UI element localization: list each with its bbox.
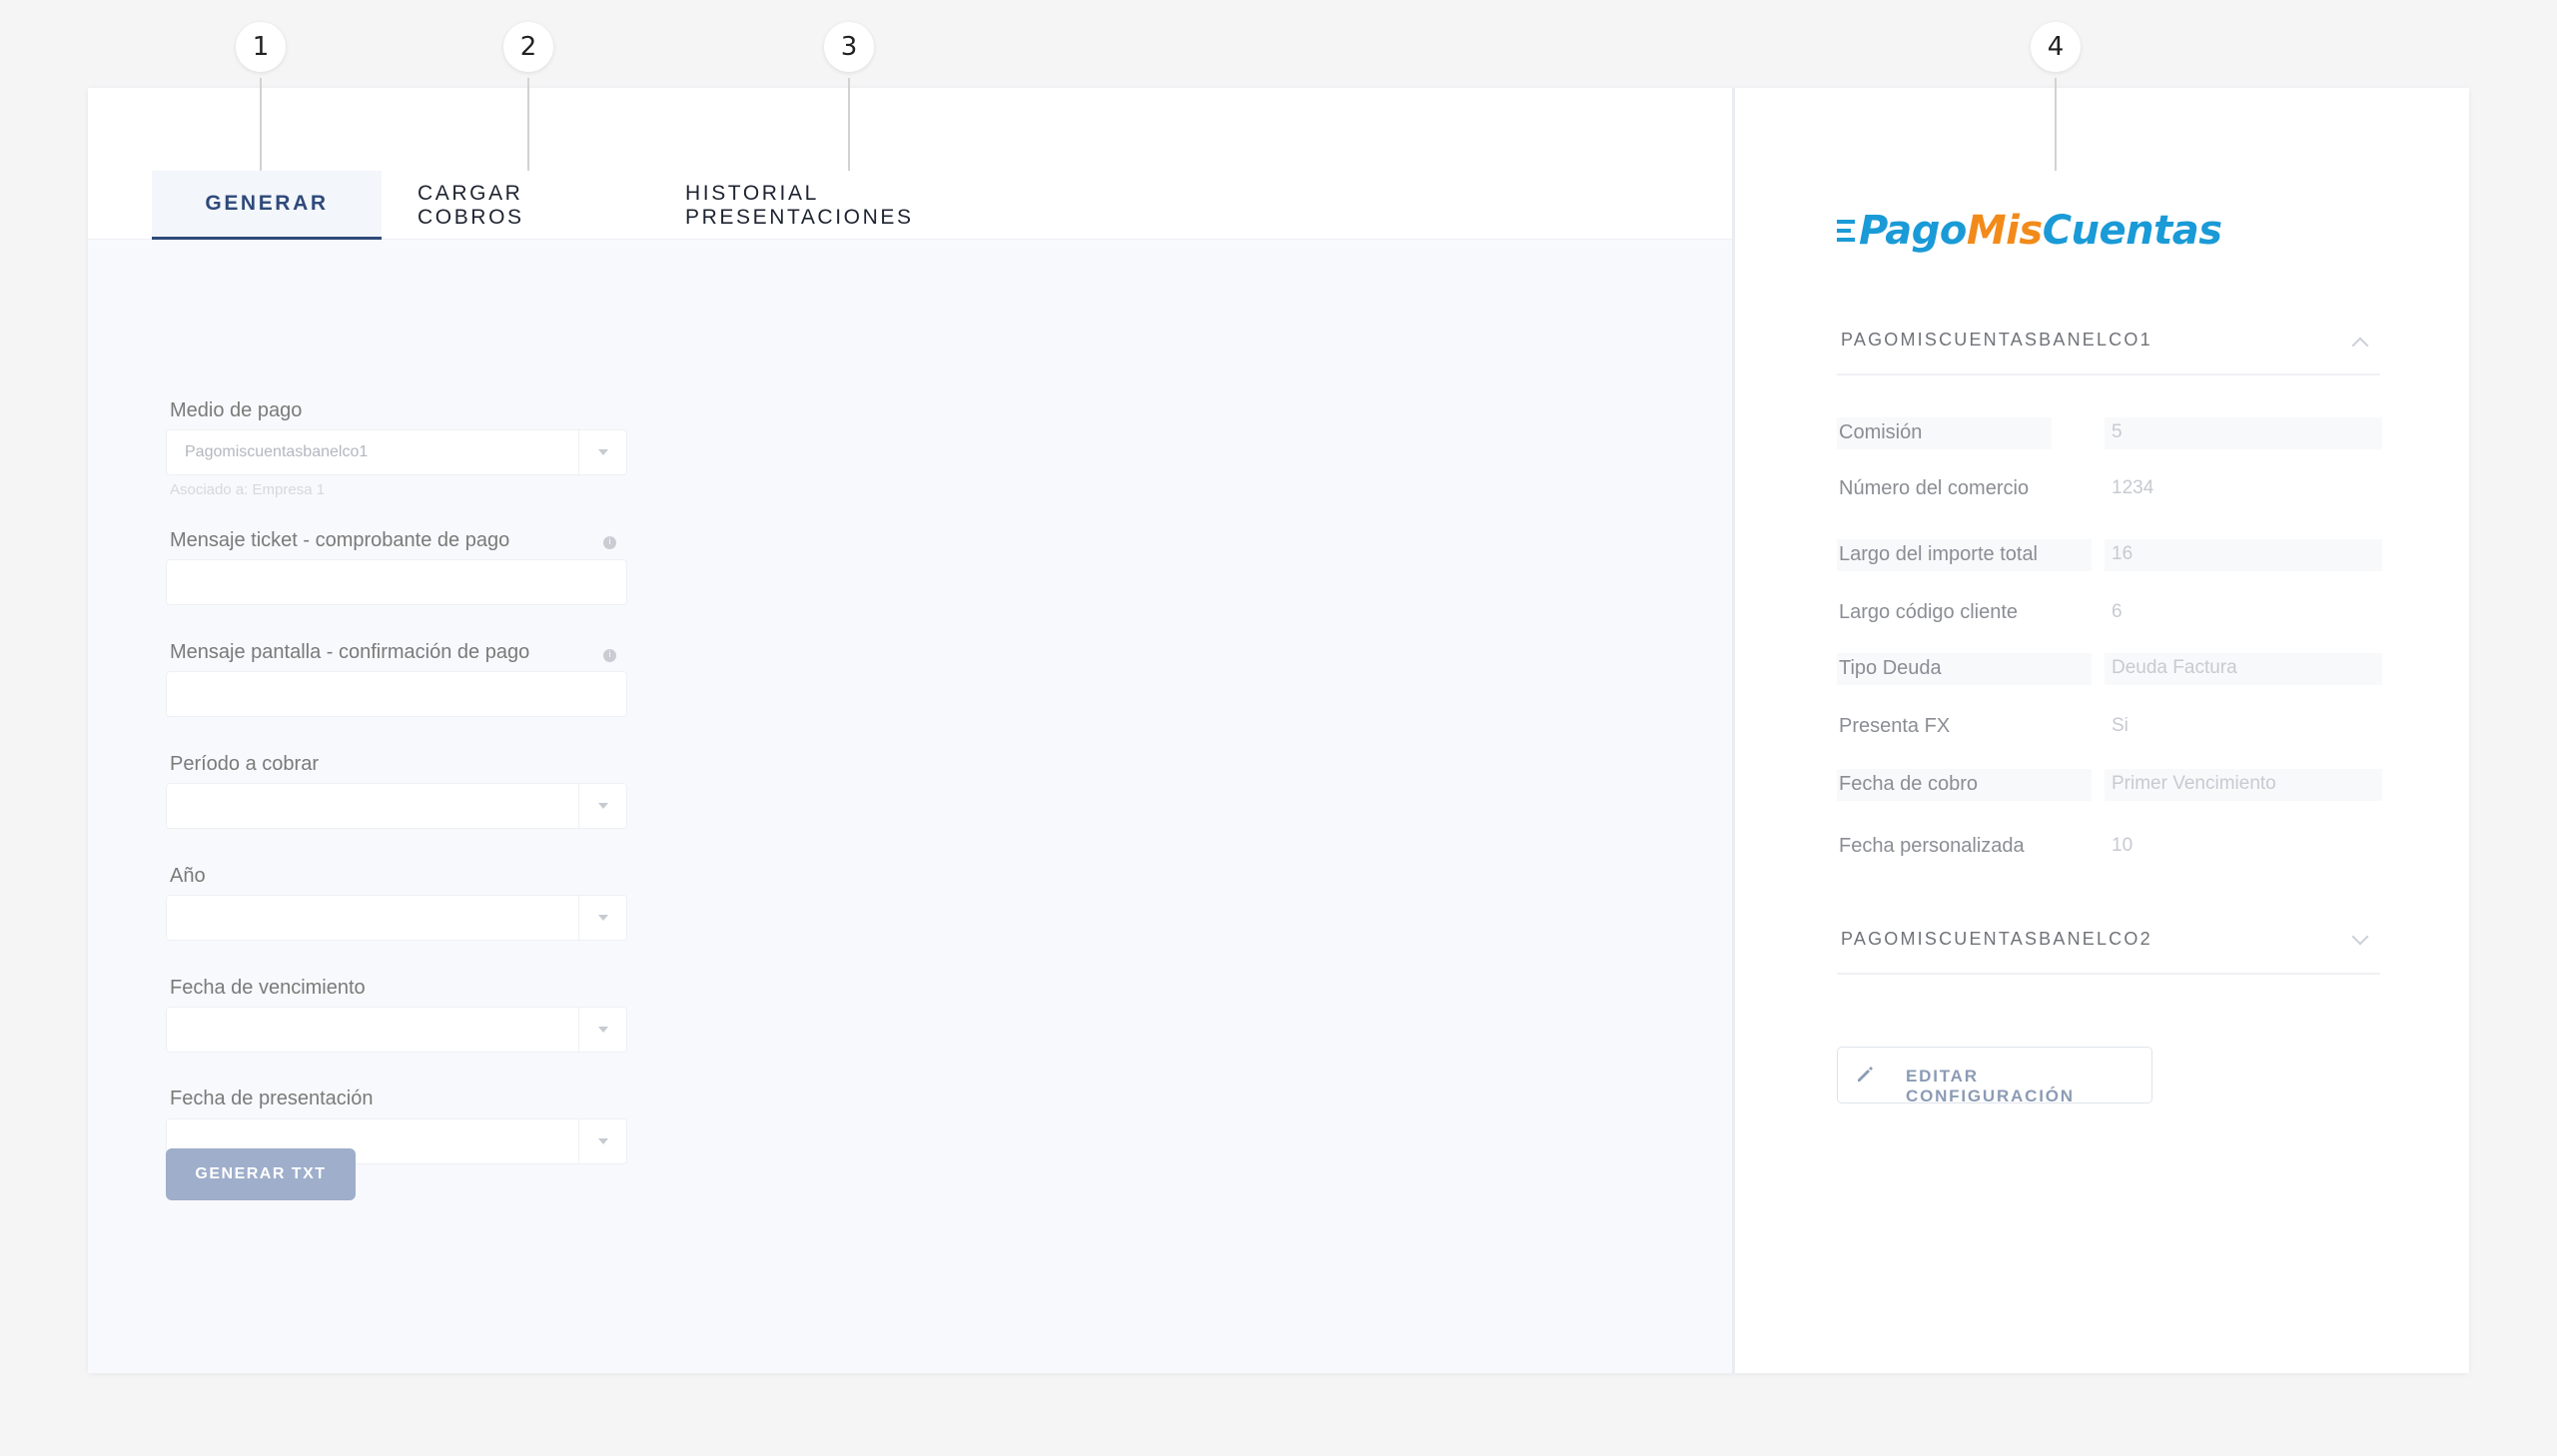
config-value: Si <box>2112 715 2129 736</box>
marker-4-line <box>2055 78 2057 171</box>
marker-1: 1 <box>236 22 286 72</box>
generar-form: Medio de pago Pagomiscuentasbanelco1 Aso… <box>88 240 1732 1373</box>
mensaje-pantalla-label: Mensaje pantalla - confirmación de pago <box>170 641 530 663</box>
marker-4: 4 <box>2031 22 2081 72</box>
chevron-down-icon <box>578 1008 626 1052</box>
config-row-comision: Comisión 5 <box>1837 417 2382 449</box>
logo-text-pago: Pago <box>1859 208 1967 254</box>
config-key: Número del comercio <box>1839 477 2030 499</box>
chevron-up-icon <box>2351 337 2369 355</box>
logo-bars-icon <box>1837 220 1855 242</box>
marker-3-line <box>848 78 850 171</box>
marker-2-line <box>527 78 529 171</box>
config-row-numero-comercio: Número del comercio 1234 <box>1837 473 2382 505</box>
logo-text-mis: Mis <box>1966 208 2043 254</box>
periodo-label: Período a cobrar <box>170 753 319 775</box>
config-row-largo-codigo: Largo código cliente 6 <box>1837 597 2382 629</box>
fecha-presentacion-label: Fecha de presentación <box>170 1088 374 1109</box>
info-icon[interactable]: i <box>603 536 616 549</box>
info-icon[interactable]: i <box>603 649 616 662</box>
tab-historial-presentaciones[interactable]: HISTORIAL PRESENTACIONES <box>685 171 1021 240</box>
anio-select[interactable] <box>166 895 627 941</box>
generator-pane: GENERAR CARGAR COBROS HISTORIAL PRESENTA… <box>88 88 1732 1373</box>
accordion-title: PAGOMISCUENTASBANELCO1 <box>1841 330 2152 350</box>
tab-generar[interactable]: GENERAR <box>152 171 382 240</box>
marker-2: 2 <box>503 22 553 72</box>
config-key: Largo del importe total <box>1839 543 2039 565</box>
config-value: 10 <box>2112 835 2133 856</box>
tab-cargar-cobros[interactable]: CARGAR COBROS <box>418 171 623 240</box>
config-value: 5 <box>2112 421 2123 442</box>
chevron-down-icon <box>578 784 626 828</box>
config-row-presenta-fx: Presenta FX Si <box>1837 711 2382 743</box>
mensaje-ticket-input[interactable] <box>166 559 627 605</box>
medio-pago-select[interactable]: Pagomiscuentasbanelco1 <box>166 429 627 475</box>
config-pane: Pago Mis Cuentas PAGOMISCUENTASBANELCO1 Co… <box>1735 88 2469 1373</box>
editar-configuracion-label: EDITAR CONFIGURACIÓN <box>1906 1067 2075 1105</box>
config-key: Presenta FX <box>1839 715 1951 737</box>
config-value: Primer Vencimiento <box>2112 773 2276 794</box>
config-key: Fecha personalizada <box>1839 835 2025 857</box>
config-row-fecha-personalizada: Fecha personalizada 10 <box>1837 831 2382 863</box>
medio-pago-hint: Asociado a: Empresa 1 <box>170 481 326 498</box>
logo-text-cuentas: Cuentas <box>2042 208 2222 254</box>
medio-pago-value: Pagomiscuentasbanelco1 <box>185 443 369 460</box>
mensaje-pantalla-input[interactable] <box>166 671 627 717</box>
config-key: Fecha de cobro <box>1839 773 1978 795</box>
config-value: 6 <box>2112 601 2123 622</box>
mensaje-ticket-label: Mensaje ticket - comprobante de pago <box>170 529 510 551</box>
config-value: Deuda Factura <box>2112 657 2237 678</box>
anio-label: Año <box>170 865 206 887</box>
config-row-fecha-cobro: Fecha de cobro Primer Vencimiento <box>1837 769 2382 801</box>
config-row-tipo-deuda: Tipo Deuda Deuda Factura <box>1837 653 2382 685</box>
chevron-down-icon <box>578 896 626 940</box>
accordion-title: PAGOMISCUENTASBANELCO2 <box>1841 929 2152 949</box>
config-value: 16 <box>2112 543 2133 564</box>
chevron-down-icon <box>578 430 626 474</box>
main-card: GENERAR CARGAR COBROS HISTORIAL PRESENTA… <box>88 88 2469 1373</box>
chevron-down-icon <box>578 1119 626 1163</box>
editar-configuracion-button[interactable]: EDITAR CONFIGURACIÓN <box>1837 1047 2152 1105</box>
config-row-largo-importe: Largo del importe total 16 <box>1837 539 2382 571</box>
pagomiscuentas-logo: Pago Mis Cuentas <box>1837 208 2222 254</box>
generar-txt-button[interactable]: GENERAR TXT <box>166 1148 356 1200</box>
fecha-vencimiento-select[interactable] <box>166 1007 627 1053</box>
config-key: Largo código cliente <box>1839 601 2019 623</box>
accordion-header-banelco1[interactable]: PAGOMISCUENTASBANELCO1 <box>1837 326 2380 375</box>
fecha-vencimiento-label: Fecha de vencimiento <box>170 977 366 999</box>
medio-pago-label: Medio de pago <box>170 399 303 421</box>
chevron-down-icon <box>2351 928 2369 946</box>
periodo-select[interactable] <box>166 783 627 829</box>
pencil-icon <box>1858 1067 1873 1082</box>
accordion-header-banelco2[interactable]: PAGOMISCUENTASBANELCO2 <box>1837 925 2380 975</box>
config-key: Comisión <box>1839 421 1923 443</box>
config-value: 1234 <box>2112 477 2154 498</box>
marker-3: 3 <box>824 22 874 72</box>
config-key: Tipo Deuda <box>1839 657 1942 679</box>
tab-bar: GENERAR CARGAR COBROS HISTORIAL PRESENTA… <box>88 88 1732 240</box>
marker-1-line <box>260 78 262 171</box>
